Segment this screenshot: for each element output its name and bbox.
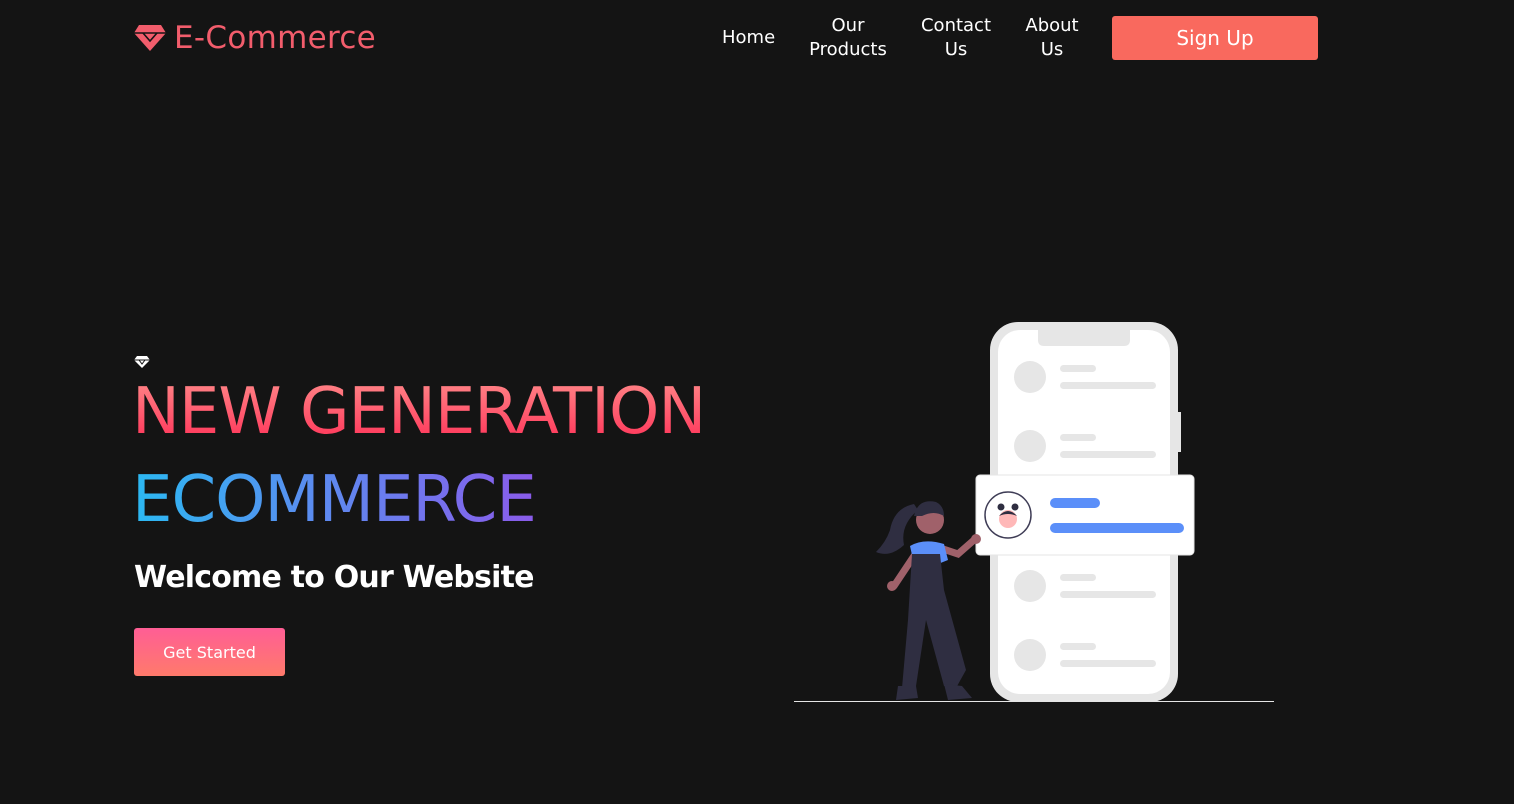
nav-our-products[interactable]: Our Products <box>806 14 890 62</box>
nav-home[interactable]: Home <box>722 26 775 50</box>
hero-subtitle: Welcome to Our Website <box>134 560 534 595</box>
diamond-icon <box>134 356 150 368</box>
nav-contact-us[interactable]: Contact Us <box>918 14 994 62</box>
nav-our-products-line2: Products <box>809 39 887 60</box>
diamond-icon <box>134 25 166 51</box>
get-started-button[interactable]: Get Started <box>134 628 285 676</box>
logo-text: E-Commerce <box>174 20 377 56</box>
logo[interactable]: E-Commerce <box>134 20 376 56</box>
nav-about-us-line1: About <box>1025 15 1079 36</box>
sign-up-button[interactable]: Sign Up <box>1112 16 1318 60</box>
page: E-Commerce Home Our Products Contact Us … <box>0 0 1514 804</box>
nav-contact-us-line2: Us <box>944 39 968 60</box>
headline-line-1: NEW GENERATION <box>132 375 706 449</box>
nav-about-us[interactable]: About Us <box>1022 14 1082 62</box>
person-figure <box>876 501 981 700</box>
highlighted-card <box>975 474 1195 556</box>
nav-about-us-line2: Us <box>1040 39 1064 60</box>
nav-contact-us-line1: Contact <box>920 15 992 36</box>
headline-line-2: ECOMMERCE <box>132 463 537 537</box>
hero-illustration <box>794 322 1274 702</box>
nav-our-products-line1: Our <box>831 15 865 36</box>
